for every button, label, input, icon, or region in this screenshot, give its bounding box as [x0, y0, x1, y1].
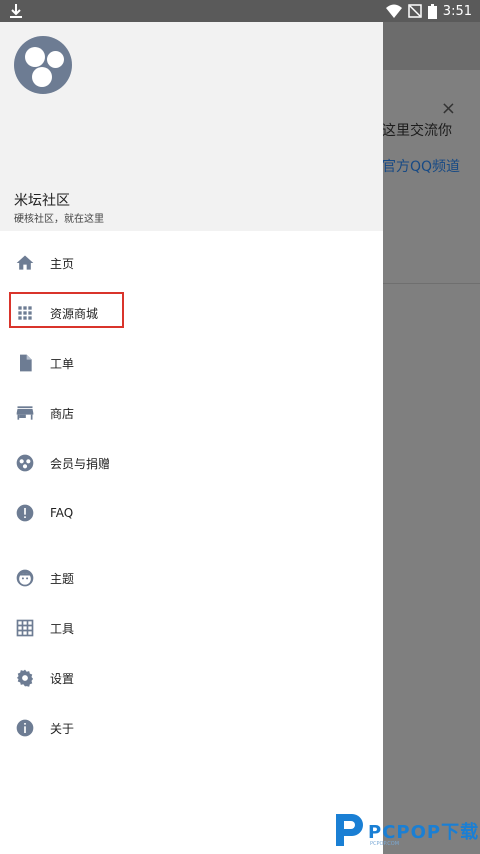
- menu-item-label: 关于: [50, 721, 75, 736]
- divider: [383, 283, 480, 284]
- menu-item-label: 商店: [50, 406, 75, 421]
- info-alert-icon: [15, 503, 35, 523]
- menu-item-label: 会员与捐赠: [50, 456, 111, 471]
- menu-section-gap: [0, 538, 383, 553]
- menu-item-home[interactable]: 主页: [0, 238, 383, 288]
- store-icon: [15, 403, 35, 423]
- menu-item-ticket[interactable]: 工单: [0, 338, 383, 388]
- notice-link: 官方QQ频道: [382, 159, 461, 175]
- menu-item-membership-donate[interactable]: 会员与捐赠: [0, 438, 383, 488]
- menu-item-label: 主题: [50, 571, 75, 586]
- menu-item-theme[interactable]: 主题: [0, 553, 383, 603]
- app-logo: [14, 36, 72, 94]
- watermark: PCPOP下载 PCPOP.COM: [330, 808, 480, 854]
- menu-item-label: 工具: [50, 621, 75, 636]
- drawer-header: 米坛社区 硬核社区，就在这里: [0, 0, 383, 231]
- menu-item-tools[interactable]: 工具: [0, 603, 383, 653]
- navigation-drawer: 米坛社区 硬核社区，就在这里 主页 资源商城 工单 商店 会员与捐赠 FAQ 主…: [0, 0, 383, 854]
- menu-item-settings[interactable]: 设置: [0, 653, 383, 703]
- menu-item-label: 设置: [50, 671, 75, 686]
- menu-item-label: 工单: [50, 356, 75, 371]
- download-icon: [10, 4, 22, 18]
- close-icon: ×: [440, 98, 456, 119]
- wifi-icon: [385, 4, 402, 18]
- status-bar: 3:51: [0, 0, 480, 22]
- watermark-subtext: PCPOP.COM: [370, 841, 400, 847]
- home-icon: [15, 253, 35, 273]
- menu-item-shop[interactable]: 商店: [0, 388, 383, 438]
- app-slogan: 硬核社区，就在这里: [14, 214, 104, 225]
- notice-text: 这里交流你: [382, 123, 452, 139]
- menu-item-label: 主页: [50, 256, 75, 271]
- highlight-box: [9, 292, 124, 328]
- table-grid-icon: [15, 618, 35, 638]
- app-name: 米坛社区: [14, 193, 70, 209]
- gear-icon: [15, 668, 35, 688]
- battery-icon: [427, 3, 437, 19]
- watermark-logo-icon: [336, 814, 363, 846]
- clock: 3:51: [442, 3, 472, 19]
- donate-icon: [15, 453, 35, 473]
- face-icon: [15, 568, 35, 588]
- document-icon: [15, 353, 35, 373]
- menu-item-label: FAQ: [50, 506, 74, 520]
- menu-item-faq[interactable]: FAQ: [0, 488, 383, 538]
- menu-item-about[interactable]: 关于: [0, 703, 383, 753]
- info-icon: [15, 718, 35, 738]
- no-signal-icon: [408, 4, 422, 18]
